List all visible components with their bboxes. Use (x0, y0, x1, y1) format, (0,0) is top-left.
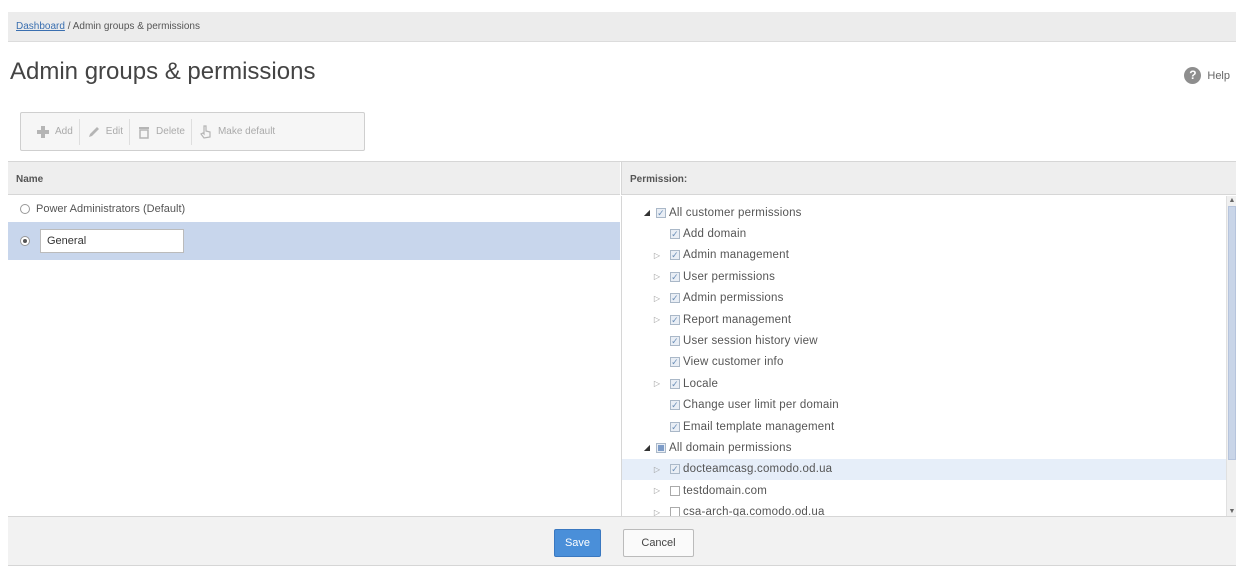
permission-checkbox[interactable] (670, 357, 680, 368)
permission-tree-item[interactable]: ▷ User permissions (622, 266, 1236, 287)
expand-arrow-icon[interactable]: ▷ (652, 294, 662, 303)
permission-label: docteamcasg.comodo.od.ua (683, 463, 833, 476)
expand-arrow-icon[interactable]: ▷ (652, 315, 662, 324)
name-column-header: Name (8, 162, 620, 195)
form-footer: Save Cancel (8, 516, 1236, 566)
group-label: Power Administrators (Default) (36, 203, 186, 215)
permissions-tree: ◢ All customer permissions Add domain ▷ Admi… (621, 196, 1236, 517)
permission-label: Change user limit per domain (683, 399, 839, 412)
groups-list: Power Administrators (Default) (8, 196, 620, 517)
permission-checkbox[interactable] (670, 485, 680, 496)
breadcrumb-separator: / (67, 21, 71, 32)
scroll-up-arrow-icon[interactable]: ▲ (1227, 196, 1236, 206)
help-icon: ? (1184, 67, 1202, 84)
permission-tree-item[interactable]: Change user limit per domain (622, 395, 1236, 416)
add-button[interactable]: Add (29, 118, 80, 145)
permission-tree-item[interactable]: ◢ All customer permissions (622, 202, 1236, 223)
cancel-button[interactable]: Cancel (623, 529, 694, 557)
permission-tree-item[interactable]: ▷ Admin management (622, 245, 1236, 266)
group-radio[interactable] (20, 204, 30, 214)
page-title: Admin groups & permissions (10, 58, 316, 85)
permission-label: Report management (683, 313, 792, 326)
make-default-label: Make default (217, 126, 276, 137)
permission-label: testdomain.com (683, 484, 767, 497)
toolbar: Add Edit Delete Make default (20, 112, 365, 151)
breadcrumb: Dashboard / Admin groups & permissions (8, 12, 1236, 42)
trash-icon (136, 124, 152, 140)
pencil-icon (86, 124, 102, 140)
add-label: Add (55, 126, 73, 137)
permission-checkbox[interactable] (670, 271, 680, 282)
permission-label: User session history view (683, 335, 818, 348)
help-button[interactable]: ? Help (1184, 67, 1230, 84)
edit-button[interactable]: Edit (80, 118, 131, 145)
permission-checkbox[interactable] (670, 229, 680, 240)
expand-arrow-icon[interactable]: ▷ (652, 465, 662, 474)
permission-checkbox[interactable] (670, 293, 680, 304)
groups-permissions-panel: Name Permission: Power Administrators (D… (8, 161, 1236, 517)
permission-tree-item[interactable]: User session history view (622, 330, 1236, 351)
collapse-arrow-icon[interactable]: ◢ (642, 443, 652, 452)
permission-checkbox[interactable] (670, 421, 680, 432)
permission-tree-item[interactable]: ▷ Report management (622, 309, 1236, 330)
permission-checkbox[interactable] (656, 207, 666, 218)
permission-checkbox[interactable] (670, 336, 680, 347)
permission-label: Locale (683, 377, 719, 390)
permission-label: All domain permissions (669, 441, 792, 454)
permission-tree-item[interactable]: ▷ Admin permissions (622, 288, 1236, 309)
permission-label: User permissions (683, 270, 776, 283)
permission-tree-item[interactable]: ▷ docteamcasg.comodo.od.ua (622, 458, 1236, 481)
breadcrumb-current: Admin groups & permissions (72, 21, 200, 32)
breadcrumb-dashboard-link[interactable]: Dashboard (16, 21, 65, 32)
delete-button[interactable]: Delete (130, 118, 192, 145)
permission-checkbox[interactable] (670, 250, 680, 261)
permission-checkbox[interactable] (670, 314, 680, 325)
edit-label: Edit (105, 126, 124, 137)
make-default-button[interactable]: Make default (192, 119, 281, 145)
scrollbar[interactable]: ▲ ▼ (1226, 196, 1236, 517)
permission-checkbox[interactable] (670, 464, 680, 475)
permission-checkbox[interactable] (670, 400, 680, 411)
group-row-power-administrators[interactable]: Power Administrators (Default) (8, 196, 620, 222)
permission-checkbox[interactable] (656, 442, 666, 453)
permission-tree-item[interactable]: ◢ All domain permissions (622, 437, 1236, 458)
group-row-general[interactable] (8, 222, 620, 260)
permission-tree-item[interactable]: Add domain (622, 223, 1236, 244)
expand-arrow-icon[interactable]: ▷ (652, 379, 662, 388)
expand-arrow-icon[interactable]: ▷ (652, 251, 662, 260)
permission-column-header: Permission: (621, 162, 1236, 195)
group-name-input[interactable] (40, 229, 184, 253)
delete-label: Delete (156, 126, 185, 137)
permission-tree-item[interactable]: ▷ testdomain.com (622, 480, 1236, 501)
permission-checkbox[interactable] (670, 378, 680, 389)
permission-tree-item[interactable]: View customer info (622, 352, 1236, 373)
expand-arrow-icon[interactable]: ▷ (652, 272, 662, 281)
plus-icon (35, 124, 51, 140)
permission-label: Admin permissions (683, 292, 784, 305)
help-label: Help (1207, 69, 1230, 82)
hand-pointer-icon (198, 124, 214, 140)
collapse-arrow-icon[interactable]: ◢ (642, 208, 652, 217)
permission-label: Admin management (683, 249, 790, 262)
group-radio[interactable] (20, 236, 30, 246)
permission-label: Email template management (683, 420, 835, 433)
permission-tree-item[interactable]: ▷ Locale (622, 373, 1236, 394)
permission-tree-item[interactable]: Email template management (622, 416, 1236, 437)
permission-label: Add domain (683, 228, 747, 241)
permission-label: All customer permissions (669, 206, 802, 219)
permission-label: View customer info (683, 356, 784, 369)
scroll-thumb[interactable] (1228, 206, 1236, 460)
permission-tree-item[interactable]: ▷ csa-arch-qa.comodo.od.ua (622, 501, 1236, 517)
save-button[interactable]: Save (554, 529, 601, 557)
expand-arrow-icon[interactable]: ▷ (652, 486, 662, 495)
